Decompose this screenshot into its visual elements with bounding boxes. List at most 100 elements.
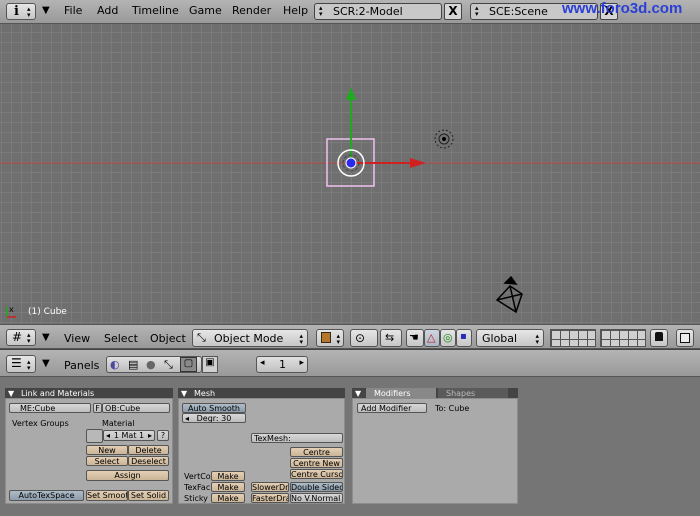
draw-type-select[interactable]: ▴ ▾	[316, 329, 344, 347]
centre-cursor-button[interactable]: Centre Cursor	[290, 469, 343, 479]
layer-buttons-right[interactable]	[600, 329, 646, 347]
manipulator-toggle[interactable]: ⇆	[380, 329, 402, 347]
deselect-material-button[interactable]: Deselect	[128, 456, 169, 466]
pivot-select[interactable]: ⊙	[350, 329, 378, 347]
shading-icon: ●	[146, 358, 156, 371]
updown-arrows-icon: ▴ ▾	[27, 358, 31, 372]
panel-header-modifiers[interactable]: ▼ Modifiers Shapes	[352, 388, 518, 398]
vertco-make-button[interactable]: Make	[211, 471, 245, 481]
material-index: 1 Mat 1	[113, 431, 145, 440]
auto-smooth-button[interactable]: Auto Smooth	[182, 403, 246, 413]
updown-arrows-icon: ▴ ▾	[535, 332, 539, 346]
screen-name: SCR:2-Model	[333, 5, 403, 18]
hand-icon: ☚	[409, 331, 419, 344]
editing-icon: ▢	[180, 357, 197, 372]
no-vnormal-flip-button[interactable]: No V.Normal Fl	[290, 493, 343, 503]
collapse-menu-icon[interactable]: ▼	[42, 358, 50, 369]
manipulator-icon: ⇆	[385, 331, 395, 344]
set-solid-button[interactable]: Set Solid	[128, 490, 169, 501]
rotate-icon: ◎	[443, 331, 453, 344]
collapse-menu-icon[interactable]: ▼	[42, 5, 50, 16]
orientation-select[interactable]: Global ▴ ▾	[476, 329, 544, 347]
editor-type-button[interactable]: i ▴ ▾	[6, 3, 36, 20]
panels-menu[interactable]: Panels	[64, 359, 99, 372]
menu-select[interactable]: Select	[104, 332, 138, 345]
manipulator-y-arrow	[346, 87, 356, 100]
degr-field[interactable]: ◂ Degr: 30	[182, 413, 246, 423]
object-name-field[interactable]: OB:Cube	[102, 403, 170, 413]
menu-help[interactable]: Help	[283, 4, 308, 17]
context-buttons[interactable]: ◐ ▤ ● ⤡ ▢	[106, 356, 202, 373]
panel-collapse-icon: ▼	[355, 389, 362, 398]
delete-material-button[interactable]: Delete	[128, 445, 169, 455]
logic-icon: ◐	[110, 358, 120, 371]
lock-layers-button[interactable]	[650, 329, 668, 347]
panel-links: ME:Cube F OB:Cube Vertex Groups Material…	[5, 398, 173, 504]
layer-buttons-left[interactable]	[550, 329, 596, 347]
screen-delete-button[interactable]: X	[444, 3, 462, 20]
centre-button[interactable]: Centre	[290, 447, 343, 457]
texmesh-field[interactable]: TexMesh:	[251, 433, 343, 443]
sticky-make-button[interactable]: Make	[211, 493, 245, 503]
scene-icon[interactable]: ▣	[202, 356, 218, 373]
centre-new-button[interactable]: Centre New	[290, 458, 343, 468]
material-label: Material	[102, 419, 135, 428]
editor-type-button[interactable]: ☰ ▴ ▾	[6, 355, 36, 373]
panel-mesh: Auto Smooth ◂ Degr: 30 TexMesh: Centre C…	[178, 398, 345, 504]
active-object-label: (1) Cube	[28, 307, 67, 317]
scale-button[interactable]: ▪	[456, 329, 472, 347]
mini-axis-label: x	[9, 305, 14, 314]
menu-object[interactable]: Object	[150, 332, 186, 345]
editor-type-button[interactable]: # ▴ ▾	[6, 329, 36, 346]
menu-add[interactable]: Add	[97, 4, 118, 17]
set-smooth-button[interactable]: Set Smoot	[86, 490, 128, 501]
autotexspace-button[interactable]: AutoTexSpace	[9, 490, 84, 501]
material-index-field[interactable]: ◂ 1 Mat 1 ▸	[103, 430, 155, 441]
menu-view[interactable]: View	[64, 332, 90, 345]
modifier-target-label: To: Cube	[435, 404, 470, 413]
frame-number-field[interactable]: ◂ 1 ▸	[256, 356, 308, 373]
collapse-menu-icon[interactable]: ▼	[42, 332, 50, 343]
viewport-overlay	[0, 24, 700, 324]
menu-timeline[interactable]: Timeline	[132, 4, 179, 17]
solid-cube-icon	[321, 332, 331, 343]
lock-icon	[655, 332, 663, 341]
double-sided-button[interactable]: Double Sided	[290, 482, 343, 492]
add-modifier-button[interactable]: Add Modifier	[357, 403, 427, 413]
faster-draw-button[interactable]: FasterDra	[251, 493, 289, 503]
texfac-make-button[interactable]: Make	[211, 482, 245, 492]
slower-draw-button[interactable]: SlowerDra	[251, 482, 289, 492]
panel-header-links[interactable]: ▼ Link and Materials	[5, 388, 173, 398]
tab-modifiers[interactable]: Modifiers	[366, 388, 436, 398]
manipulator-center	[345, 157, 357, 169]
3d-view-header: # ▴ ▾ ▼ View Select Object ⤡ Object Mode …	[0, 324, 700, 349]
select-material-button[interactable]: Select	[86, 456, 128, 466]
menu-render[interactable]: Render	[232, 4, 271, 17]
panel-header-mesh[interactable]: ▼ Mesh	[178, 388, 345, 398]
render-preview-button[interactable]	[676, 329, 694, 347]
orientation-label: Global	[482, 332, 518, 345]
triangle-icon: △	[427, 331, 436, 344]
new-material-button[interactable]: New	[86, 445, 128, 455]
assign-material-button[interactable]: Assign	[86, 470, 169, 481]
mesh-name-field[interactable]: ME:Cube	[9, 403, 91, 413]
hand-button[interactable]: ☚	[406, 329, 424, 347]
mode-select[interactable]: ⤡ Object Mode ▴ ▾	[192, 329, 308, 347]
updown-arrows-icon: ▴ ▾	[27, 331, 31, 345]
fake-user-button[interactable]: F	[93, 403, 102, 413]
manipulator-x-arrow	[410, 158, 426, 168]
degr-value: Degr: 30	[196, 414, 232, 423]
menu-game[interactable]: Game	[189, 4, 222, 17]
3d-viewport[interactable]: x (1) Cube	[0, 24, 700, 324]
panel-title: Mesh	[194, 389, 216, 398]
object-icon: ⤡	[164, 358, 173, 371]
screen-select[interactable]: ▴ ▾ SCR:2-Model	[314, 3, 442, 20]
panel-collapse-icon: ▼	[181, 389, 188, 398]
material-help-button[interactable]: ?	[157, 430, 169, 441]
frame-number: 1	[279, 358, 286, 371]
tab-shapes[interactable]: Shapes	[438, 388, 508, 398]
next-arrow-icon: ▸	[147, 431, 152, 440]
rotate-button[interactable]: ◎	[440, 329, 456, 347]
menu-file[interactable]: File	[64, 4, 82, 17]
translate-button[interactable]: △	[424, 329, 440, 347]
